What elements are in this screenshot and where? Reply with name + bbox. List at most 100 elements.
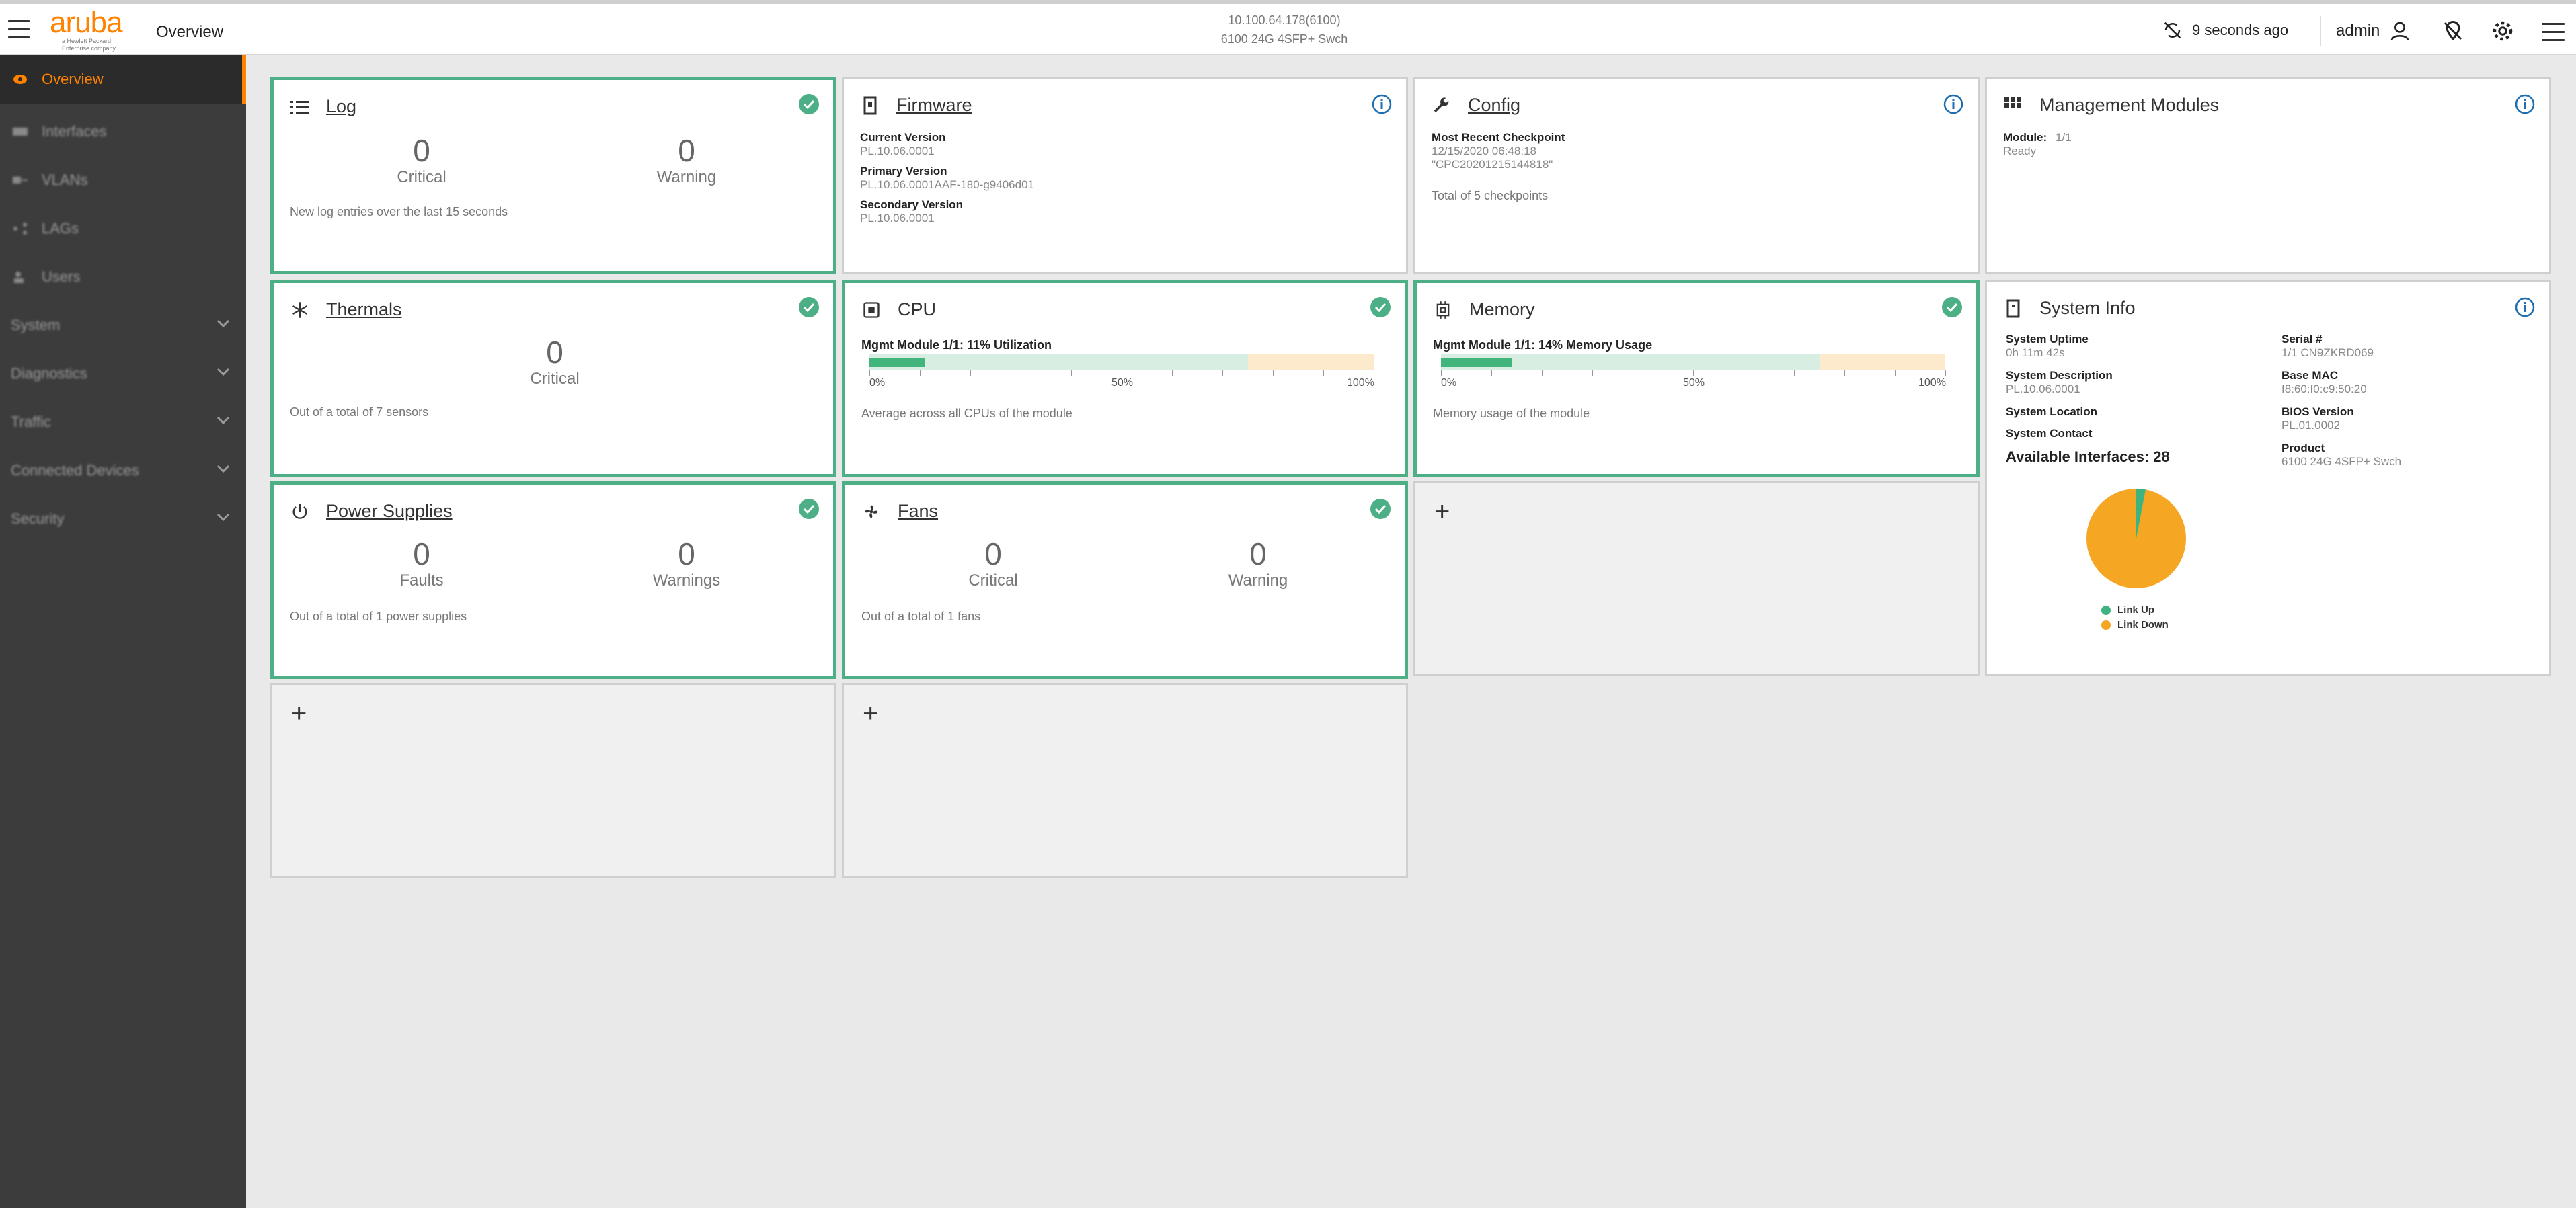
top-bar: aruba a Hewlett Packard Enterprise compa… <box>0 0 2576 55</box>
memory-card[interactable]: Memory Mgmt Module 1/1: 14% Memory Usage… <box>1413 280 1980 477</box>
log-title[interactable]: Log <box>326 96 356 117</box>
sysinfo-contact-label: System Contact <box>2006 427 2093 440</box>
sidebar-item-label: Interfaces <box>42 123 107 140</box>
legend-link-up: Link Up <box>2101 604 2154 616</box>
chevron-down-icon <box>217 513 230 522</box>
grid-icon <box>2003 95 2023 116</box>
menu-icon[interactable] <box>8 20 30 39</box>
thermals-title[interactable]: Thermals <box>326 299 402 320</box>
more-menu-icon[interactable] <box>2542 23 2565 47</box>
mgmt-module-value: 1/1 <box>2056 131 2072 144</box>
cpu-title: CPU <box>898 299 937 319</box>
sysinfo-serial-label: Serial # <box>2281 333 2323 346</box>
eye-icon <box>11 71 30 87</box>
firmware-card[interactable]: Firmware Current Version PL.10.06.0001 P… <box>842 77 1408 274</box>
firmware-secondary-value: PL.10.06.0001 <box>860 212 935 225</box>
refresh-status[interactable]: 9 seconds ago <box>2162 20 2288 40</box>
memory-warning-zone <box>1819 354 1945 370</box>
sidebar-item-label: Diagnostics <box>11 365 87 382</box>
device-address: 10.100.64.178(6100) <box>1228 13 1341 27</box>
gear-icon[interactable] <box>2491 19 2515 43</box>
fans-footnote: Out of a total of 1 fans <box>861 610 981 623</box>
sysinfo-product-label: Product <box>2281 442 2325 454</box>
list-icon <box>290 97 310 117</box>
sidebar-item-system[interactable]: System <box>0 301 246 350</box>
sysinfo-uptime-value: 0h 11m 42s <box>2006 346 2065 359</box>
sidebar-item-diagnostics[interactable]: Diagnostics <box>0 350 246 398</box>
power-supplies-card[interactable]: Power Supplies 0 Faults 0 Warnings Out o… <box>270 481 836 679</box>
logo-word: aruba <box>50 6 123 39</box>
bar-tick <box>1844 370 1845 376</box>
sidebar-item-label: LAGs <box>42 220 79 237</box>
info-icon[interactable] <box>1371 93 1393 115</box>
sidebar-item-connected-devices[interactable]: Connected Devices <box>0 446 246 495</box>
interfaces-pie-chart <box>2086 489 2186 588</box>
cpu-tick-0: 0% <box>869 377 886 389</box>
sidebar-item-interfaces[interactable]: Interfaces <box>0 108 246 156</box>
memory-footnote: Memory usage of the module <box>1433 407 1590 420</box>
log-critical-stat: 0 Critical <box>354 134 489 188</box>
cpu-card[interactable]: CPU Mgmt Module 1/1: 11% Utilization 0% … <box>842 280 1408 477</box>
legend-link-down: Link Down <box>2101 619 2169 631</box>
check-circle-icon <box>1370 499 1391 519</box>
empty-card-slot[interactable]: + <box>1413 481 1980 676</box>
system-info-card[interactable]: System Info System Uptime 0h 11m 42s Sys… <box>1985 280 2551 676</box>
sidebar-item-vlans[interactable]: VLANs <box>0 156 246 204</box>
empty-card-slot[interactable]: + <box>842 683 1408 878</box>
sidebar-item-label: VLANs <box>42 171 88 188</box>
log-card[interactable]: Log 0 Critical 0 Warning New log entries… <box>270 77 836 274</box>
info-icon[interactable] <box>2514 93 2536 115</box>
fans-title[interactable]: Fans <box>898 501 938 522</box>
link-up-dot <box>2101 605 2111 615</box>
log-warning-count: 0 <box>678 133 695 168</box>
add-widget-button[interactable]: + <box>1434 498 1450 525</box>
sysinfo-desc-label: System Description <box>2006 369 2113 382</box>
sidebar-item-traffic[interactable]: Traffic <box>0 398 246 446</box>
empty-card-slot[interactable]: + <box>270 683 836 878</box>
add-widget-button[interactable]: + <box>291 700 307 727</box>
legend-link-up-label: Link Up <box>2117 604 2154 616</box>
memory-tick-100: 100% <box>1918 377 1946 389</box>
fans-card[interactable]: Fans 0 Critical 0 Warning Out of a total… <box>842 481 1408 679</box>
info-icon[interactable] <box>2514 296 2536 318</box>
sysinfo-mac-value: f8:60:f0:c9:50:20 <box>2281 382 2367 395</box>
user-menu[interactable]: admin <box>2336 20 2411 42</box>
sidebar-item-security[interactable]: Security <box>0 495 246 543</box>
add-widget-button[interactable]: + <box>863 700 878 727</box>
config-checkpoint-date: 12/15/2020 06:48:18 <box>1432 145 1536 157</box>
sidebar-item-lags[interactable]: LAGs <box>0 204 246 253</box>
check-circle-icon <box>1370 297 1391 317</box>
check-circle-icon <box>799 297 819 317</box>
memory-icon <box>1433 300 1453 320</box>
aruba-logo[interactable]: aruba a Hewlett Packard Enterprise compa… <box>50 8 137 52</box>
cpu-tick-50: 50% <box>1111 377 1134 389</box>
bar-tick <box>1441 370 1442 376</box>
thermals-card[interactable]: Thermals 0 Critical Out of a total of 7 … <box>270 280 836 477</box>
cpu-progress-fill <box>869 358 925 367</box>
sidebar-item-overview[interactable]: Overview <box>0 55 246 104</box>
sidebar-item-users[interactable]: Users <box>0 253 246 301</box>
fans-warning-label: Warning <box>1228 571 1288 590</box>
config-checkpoint-name: "CPC20201215144818" <box>1432 158 1553 171</box>
check-circle-icon <box>799 94 819 114</box>
config-title[interactable]: Config <box>1468 95 1520 116</box>
location-off-icon[interactable] <box>2441 19 2465 43</box>
cpu-tick-100: 100% <box>1347 377 1374 389</box>
log-footnote: New log entries over the last 15 seconds <box>290 205 508 218</box>
memory-progress-fill <box>1441 358 1512 367</box>
header-divider <box>2320 16 2321 46</box>
firmware-title[interactable]: Firmware <box>896 95 972 116</box>
memory-ticks <box>1441 370 1946 377</box>
sysinfo-bios-value: PL.01.0002 <box>2281 419 2340 432</box>
bar-tick <box>1895 370 1896 376</box>
logo-tagline: a Hewlett Packard Enterprise company <box>62 38 116 52</box>
cpu-bar-label: Mgmt Module 1/1: 11% Utilization <box>861 338 1052 352</box>
config-card[interactable]: Config Most Recent Checkpoint 12/15/2020… <box>1413 77 1980 274</box>
sysinfo-location-label: System Location <box>2006 405 2098 418</box>
device-model: 6100 24G 4SFP+ Swch <box>1220 32 1348 46</box>
power-title[interactable]: Power Supplies <box>326 501 453 522</box>
info-icon[interactable] <box>1943 93 1964 115</box>
log-warning-stat: 0 Warning <box>619 134 754 188</box>
management-modules-card[interactable]: Management Modules Module: 1/1 Ready <box>1985 77 2551 274</box>
sysinfo-bios-label: BIOS Version <box>2281 405 2354 418</box>
